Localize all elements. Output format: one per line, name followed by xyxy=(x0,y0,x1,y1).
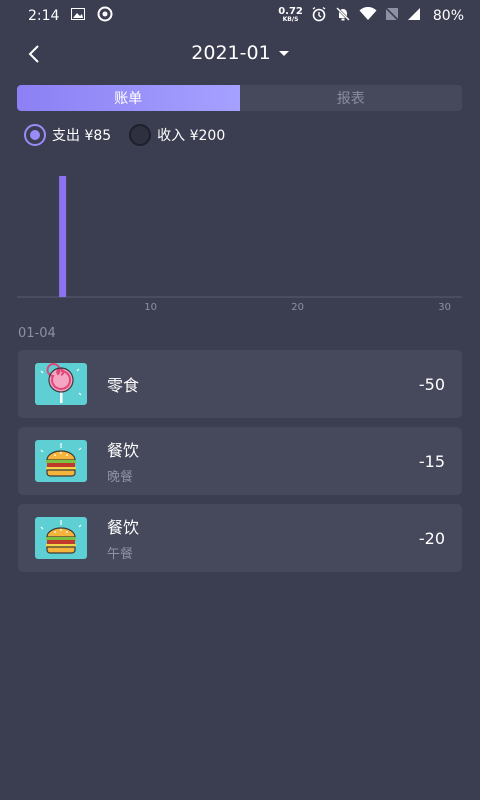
tab-bills[interactable]: 账单 xyxy=(17,85,240,111)
battery-level: 80% xyxy=(432,8,464,24)
record-list: 零食 -50 餐饮 晚餐 -15 餐饮 午餐 -20 xyxy=(18,350,462,581)
type-filter: 支出 ¥85 收入 ¥200 xyxy=(24,124,225,146)
burger-icon xyxy=(35,517,87,559)
expense-label: 支出 ¥85 xyxy=(52,128,112,144)
record-item[interactable]: 零食 -50 xyxy=(18,350,462,418)
record-note: 晚餐 xyxy=(107,470,134,485)
header: 2021-01 xyxy=(0,36,480,76)
alarm-icon xyxy=(311,6,327,26)
record-amount: -20 xyxy=(418,528,445,548)
month-label: 2021-01 xyxy=(191,42,271,64)
expense-option[interactable]: 支出 ¥85 xyxy=(24,124,111,146)
image-icon xyxy=(71,8,86,24)
radio-unselected-icon xyxy=(129,124,152,146)
record-category: 餐饮 xyxy=(107,518,140,537)
chart-tick-label: 20 xyxy=(291,302,304,313)
wifi-icon xyxy=(359,6,377,25)
record-category: 餐饮 xyxy=(107,441,140,460)
back-button[interactable] xyxy=(18,40,50,72)
chart-bar xyxy=(59,176,67,297)
daily-chart: 10 20 30 xyxy=(17,160,462,320)
burger-icon xyxy=(35,440,87,482)
income-option[interactable]: 收入 ¥200 xyxy=(129,124,225,146)
record-amount: -50 xyxy=(418,374,445,394)
tab-report[interactable]: 报表 xyxy=(240,85,463,111)
signal-icon xyxy=(407,7,421,25)
record-category: 零食 xyxy=(107,376,140,395)
hotspot-icon xyxy=(97,6,113,26)
record-amount: -15 xyxy=(418,451,445,471)
chart-tick-label: 30 xyxy=(438,302,451,313)
radio-selected-icon xyxy=(24,124,46,146)
view-tabs: 账单 报表 xyxy=(17,85,462,111)
net-speed: 0.72 KB/S xyxy=(278,6,303,24)
month-picker[interactable]: 2021-01 xyxy=(170,42,310,64)
lollipop-icon xyxy=(35,363,87,405)
chevron-left-icon xyxy=(27,44,41,68)
income-label: 收入 ¥200 xyxy=(157,128,226,144)
sim-off-icon xyxy=(385,7,399,25)
mute-icon xyxy=(335,6,351,26)
date-group-label: 01-04 xyxy=(18,326,56,341)
daily-chart-svg: 10 20 30 xyxy=(17,176,462,313)
caret-down-icon xyxy=(278,50,289,56)
record-item[interactable]: 餐饮 晚餐 -15 xyxy=(18,427,462,495)
chart-tick-label: 10 xyxy=(144,302,157,313)
status-time: 2:14 xyxy=(28,8,60,24)
record-note: 午餐 xyxy=(107,547,134,562)
record-item[interactable]: 餐饮 午餐 -20 xyxy=(18,504,462,572)
status-bar: 2:14 0.72 KB/S 80% xyxy=(0,0,480,32)
